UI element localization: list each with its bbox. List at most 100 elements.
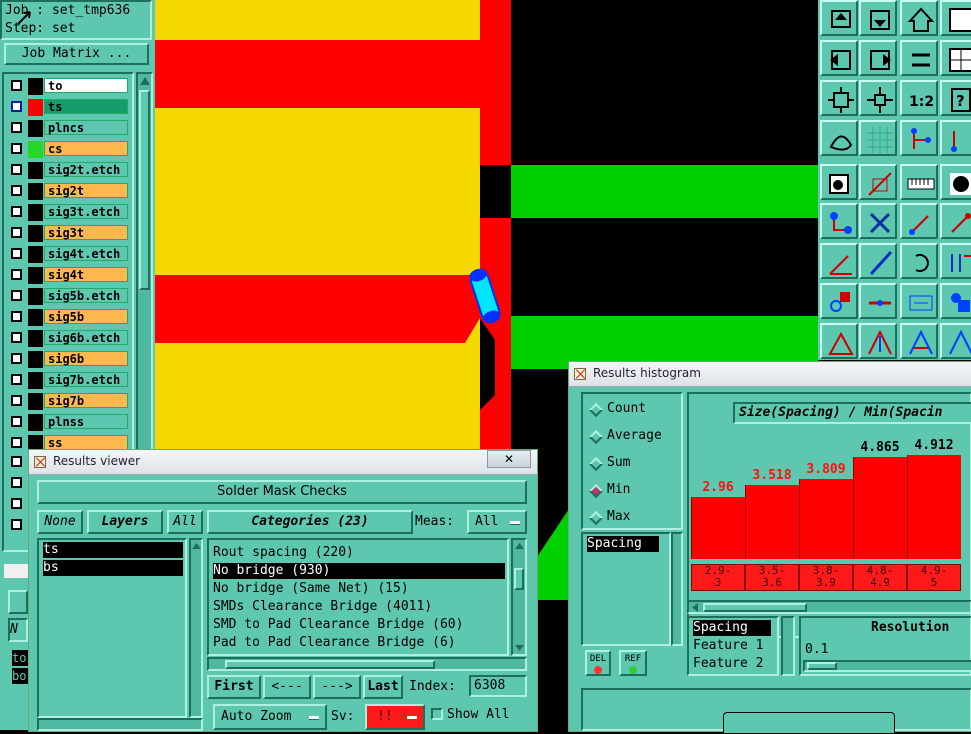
layer-row-sig7b[interactable]: sig7b xyxy=(8,393,128,410)
histogram-titlebar[interactable]: Results histogram xyxy=(569,362,971,387)
none-button[interactable]: None xyxy=(37,510,83,534)
meas-select[interactable]: All xyxy=(467,510,527,534)
line-horizontal-icon[interactable] xyxy=(859,283,897,319)
scroll-thumb[interactable] xyxy=(139,90,150,290)
layer-color-swatch[interactable] xyxy=(28,141,43,158)
field-item[interactable]: Feature 2 xyxy=(693,656,771,672)
chart-hscroll[interactable] xyxy=(687,600,971,614)
layer-result-item[interactable]: bs xyxy=(43,560,183,576)
mirror-icon[interactable] xyxy=(940,243,971,279)
help-icon[interactable]: ? xyxy=(940,80,971,116)
layer-color-swatch[interactable] xyxy=(28,393,43,410)
grid-window-icon[interactable] xyxy=(940,40,971,76)
option-radio[interactable] xyxy=(588,456,604,472)
ref-button[interactable]: REF xyxy=(619,650,647,676)
layer-color-swatch[interactable] xyxy=(28,99,43,116)
layer-name[interactable]: sig3t.etch xyxy=(44,204,128,219)
layer-checkbox[interactable] xyxy=(11,456,22,467)
layer-checkbox[interactable] xyxy=(11,353,22,364)
layer-row-plnss[interactable]: plnss xyxy=(8,414,128,431)
ruler-icon[interactable] xyxy=(900,164,938,200)
rotate-icon[interactable] xyxy=(900,243,938,279)
layers-button[interactable]: Layers xyxy=(87,510,163,534)
option-radio[interactable] xyxy=(588,510,604,526)
category-scrollbar[interactable] xyxy=(511,538,527,656)
layer-color-swatch[interactable] xyxy=(28,225,43,242)
layer-name[interactable]: sig6b xyxy=(44,351,128,366)
layer-result-item[interactable]: ts xyxy=(43,542,183,558)
layer-checkbox[interactable] xyxy=(11,290,22,301)
group-icon[interactable] xyxy=(940,283,971,319)
measure-icon[interactable] xyxy=(900,283,938,319)
layer-name[interactable]: plncs xyxy=(44,120,128,135)
categories-button[interactable]: Categories (23) xyxy=(207,510,413,534)
layer-color-swatch[interactable] xyxy=(28,351,43,368)
slash-icon[interactable] xyxy=(859,243,897,279)
category-item-selected[interactable]: No bridge (930) xyxy=(213,563,505,579)
sv-select[interactable]: !! xyxy=(365,704,425,730)
layer-checkbox[interactable] xyxy=(11,122,22,133)
layer-row-sig6b[interactable]: sig6b xyxy=(8,351,128,368)
swap-icon[interactable] xyxy=(900,40,938,76)
layer-color-swatch[interactable] xyxy=(28,78,43,95)
layer-row-ts[interactable]: ts xyxy=(8,99,128,116)
option-label-average[interactable]: Average xyxy=(607,428,662,443)
category-item[interactable]: No bridge (Same Net) (15) xyxy=(213,581,505,597)
layer-name[interactable]: sig4t xyxy=(44,267,128,282)
layer-checkbox[interactable] xyxy=(11,395,22,406)
category-list[interactable]: Rout spacing (220) No bridge (930) No br… xyxy=(207,538,509,656)
layer-row-sig3t[interactable]: sig3t xyxy=(8,225,128,242)
del-button[interactable]: DEL xyxy=(585,650,611,676)
zoom-select[interactable]: Auto Zoom xyxy=(213,704,327,730)
layer-row-cs[interactable]: cs xyxy=(8,141,128,158)
pad-select-icon[interactable] xyxy=(820,164,858,200)
layer-name[interactable]: ss xyxy=(44,435,128,450)
layer-row-sig2t[interactable]: sig2t xyxy=(8,183,128,200)
window-icon[interactable] xyxy=(940,0,971,36)
option-radio[interactable] xyxy=(588,429,604,445)
layer-checkbox[interactable] xyxy=(11,227,22,238)
scroll-up-icon[interactable] xyxy=(140,76,150,86)
page-up-icon[interactable] xyxy=(820,0,858,36)
layer-name[interactable]: sig4t.etch xyxy=(44,246,128,261)
job-matrix-button[interactable]: Job Matrix ... xyxy=(4,43,149,65)
layer-checkbox[interactable] xyxy=(11,416,22,427)
layer-checkbox[interactable] xyxy=(11,332,22,343)
layer-name[interactable]: sig5b.etch xyxy=(44,288,128,303)
measure-scrollbar[interactable] xyxy=(671,532,683,646)
layer-color-swatch[interactable] xyxy=(28,414,43,431)
measure-item[interactable]: Spacing xyxy=(587,536,659,552)
category-hscroll[interactable] xyxy=(207,657,527,671)
triangle-icon[interactable] xyxy=(820,323,858,359)
triangle2-icon[interactable] xyxy=(859,323,897,359)
layer-color-swatch[interactable] xyxy=(28,162,43,179)
layer-checkbox[interactable] xyxy=(11,269,22,280)
line-select-icon[interactable] xyxy=(859,164,897,200)
option-label-min[interactable]: Min xyxy=(607,482,630,497)
layer-checkbox[interactable] xyxy=(11,185,22,196)
layer-name[interactable]: sig3t xyxy=(44,225,128,240)
layer-checkbox[interactable] xyxy=(11,437,22,448)
move2-icon[interactable] xyxy=(940,203,971,239)
scale-1-2-icon[interactable]: 1:2 xyxy=(900,80,938,116)
layer-checkbox[interactable] xyxy=(11,80,22,91)
layer-name[interactable]: plnss xyxy=(44,414,128,429)
connect-icon[interactable] xyxy=(820,203,858,239)
category-item[interactable]: Pad to Pad Clearance Bridge (6) xyxy=(213,635,505,651)
netlist-icon[interactable] xyxy=(900,120,938,156)
dot-icon[interactable] xyxy=(940,164,971,200)
layer-name[interactable]: cs xyxy=(44,141,128,156)
home-icon[interactable] xyxy=(900,0,938,36)
layer-checkbox[interactable] xyxy=(11,248,22,259)
option-radio[interactable] xyxy=(588,483,604,499)
option-label-max[interactable]: Max xyxy=(607,509,630,524)
layer-row-to[interactable]: to xyxy=(8,78,128,95)
layer-name[interactable]: sig2t xyxy=(44,183,128,198)
prev-button[interactable]: <--- xyxy=(263,675,311,699)
field-list[interactable]: Spacing Feature 1 Feature 2 xyxy=(687,616,779,676)
option-label-sum[interactable]: Sum xyxy=(607,455,630,470)
layer-row-sig4t-etch[interactable]: sig4t.etch xyxy=(8,246,128,263)
option-label-count[interactable]: Count xyxy=(607,401,646,416)
layer-checkbox[interactable] xyxy=(11,164,22,175)
layer-checkbox[interactable] xyxy=(11,206,22,217)
